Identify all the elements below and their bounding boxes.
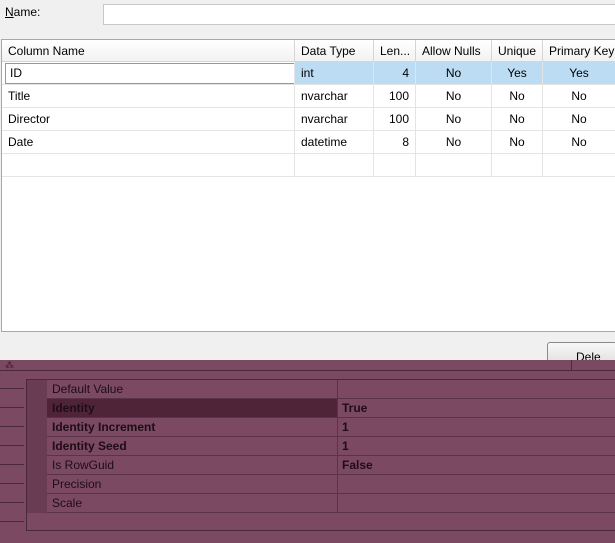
property-name[interactable]: Identity Increment — [47, 418, 338, 437]
cell-data-type[interactable]: nvarchar — [295, 108, 374, 131]
property-name[interactable]: Identity — [47, 399, 338, 418]
column-name-input[interactable]: ID — [5, 63, 294, 84]
ruler-tick — [0, 407, 24, 408]
cell-length[interactable]: 4 — [374, 62, 416, 85]
cell-primary-key[interactable]: Yes — [543, 62, 615, 85]
properties-grid: Default Value Identity True Identity Inc… — [26, 379, 615, 531]
property-row[interactable]: Identity Seed 1 — [27, 437, 615, 456]
property-value[interactable]: True — [338, 399, 615, 418]
header-unique[interactable]: Unique — [492, 40, 543, 62]
cell-length[interactable]: 100 — [374, 85, 416, 108]
cell-column-name[interactable]: Director — [2, 108, 295, 131]
table-row[interactable]: Date datetime 8 No No No — [2, 131, 615, 154]
header-allow-nulls[interactable]: Allow Nulls — [416, 40, 492, 62]
ruler-tick — [0, 445, 24, 446]
cell-length[interactable] — [374, 154, 416, 177]
cell-primary-key[interactable]: No — [543, 131, 615, 154]
cell-primary-key[interactable] — [543, 154, 615, 177]
name-input[interactable] — [103, 4, 615, 25]
cell-unique[interactable] — [492, 154, 543, 177]
property-value[interactable]: 1 — [338, 418, 615, 437]
cell-allow-nulls[interactable]: No — [416, 108, 492, 131]
cell-column-name[interactable]: Date — [2, 131, 295, 154]
row-gutter — [27, 475, 47, 494]
cell-primary-key[interactable]: No — [543, 85, 615, 108]
property-value[interactable]: False — [338, 456, 615, 475]
property-name[interactable]: Scale — [47, 494, 338, 513]
name-label: Name: — [5, 5, 41, 19]
ruler-tick — [0, 388, 24, 389]
columns-grid: Column Name Data Type Len... Allow Nulls… — [1, 39, 615, 332]
cell-unique[interactable]: No — [492, 85, 543, 108]
cell-unique[interactable]: Yes — [492, 62, 543, 85]
property-value[interactable] — [338, 380, 615, 399]
cell-column-name[interactable]: Title — [2, 85, 295, 108]
panel-row-ruler — [0, 360, 24, 543]
property-row-selected[interactable]: Identity True — [27, 399, 615, 418]
property-name[interactable]: Is RowGuid — [47, 456, 338, 475]
header-primary-key[interactable]: Primary Key — [543, 40, 615, 62]
cell-column-name[interactable] — [2, 154, 295, 177]
cell-data-type[interactable]: nvarchar — [295, 85, 374, 108]
property-name[interactable]: Precision — [47, 475, 338, 494]
property-row[interactable]: Scale — [27, 494, 615, 513]
panel-corner — [571, 360, 615, 370]
table-row[interactable]: Director nvarchar 100 No No No — [2, 108, 615, 131]
header-length[interactable]: Len... — [374, 40, 416, 62]
cell-column-name[interactable]: ID — [2, 62, 295, 85]
ruler-tick — [0, 464, 24, 465]
property-row[interactable]: Identity Increment 1 — [27, 418, 615, 437]
row-gutter — [27, 456, 47, 475]
cell-unique[interactable]: No — [492, 131, 543, 154]
row-gutter — [27, 437, 47, 456]
header-column-name[interactable]: Column Name — [2, 40, 295, 62]
panel-divider — [0, 370, 615, 371]
ruler-tick — [0, 483, 24, 484]
cell-allow-nulls[interactable]: No — [416, 85, 492, 108]
property-row[interactable]: Is RowGuid False — [27, 456, 615, 475]
ruler-tick — [0, 426, 24, 427]
header-data-type[interactable]: Data Type — [295, 40, 374, 62]
row-gutter — [27, 380, 47, 399]
property-row[interactable]: Default Value — [27, 380, 615, 399]
cell-length[interactable]: 100 — [374, 108, 416, 131]
new-row[interactable] — [2, 154, 615, 177]
cell-length[interactable]: 8 — [374, 131, 416, 154]
cell-data-type[interactable] — [295, 154, 374, 177]
table-row[interactable]: Title nvarchar 100 No No No — [2, 85, 615, 108]
cell-data-type[interactable]: int — [295, 62, 374, 85]
property-name[interactable]: Identity Seed — [47, 437, 338, 456]
table-row[interactable]: ID int 4 No Yes Yes — [2, 62, 615, 85]
row-gutter — [27, 418, 47, 437]
property-name[interactable]: Default Value — [47, 380, 338, 399]
column-properties-panel: ⁂ Default Value Identity True Identity I… — [0, 360, 615, 543]
row-gutter — [27, 399, 47, 418]
property-value[interactable]: 1 — [338, 437, 615, 456]
cell-allow-nulls[interactable] — [416, 154, 492, 177]
cell-allow-nulls[interactable]: No — [416, 131, 492, 154]
ruler-tick — [0, 521, 24, 522]
property-value[interactable] — [338, 494, 615, 513]
cell-allow-nulls[interactable]: No — [416, 62, 492, 85]
property-value[interactable] — [338, 475, 615, 494]
cell-unique[interactable]: No — [492, 108, 543, 131]
cell-data-type[interactable]: datetime — [295, 131, 374, 154]
ruler-tick — [0, 502, 24, 503]
row-gutter — [27, 494, 47, 513]
cell-primary-key[interactable]: No — [543, 108, 615, 131]
property-row[interactable]: Precision — [27, 475, 615, 494]
